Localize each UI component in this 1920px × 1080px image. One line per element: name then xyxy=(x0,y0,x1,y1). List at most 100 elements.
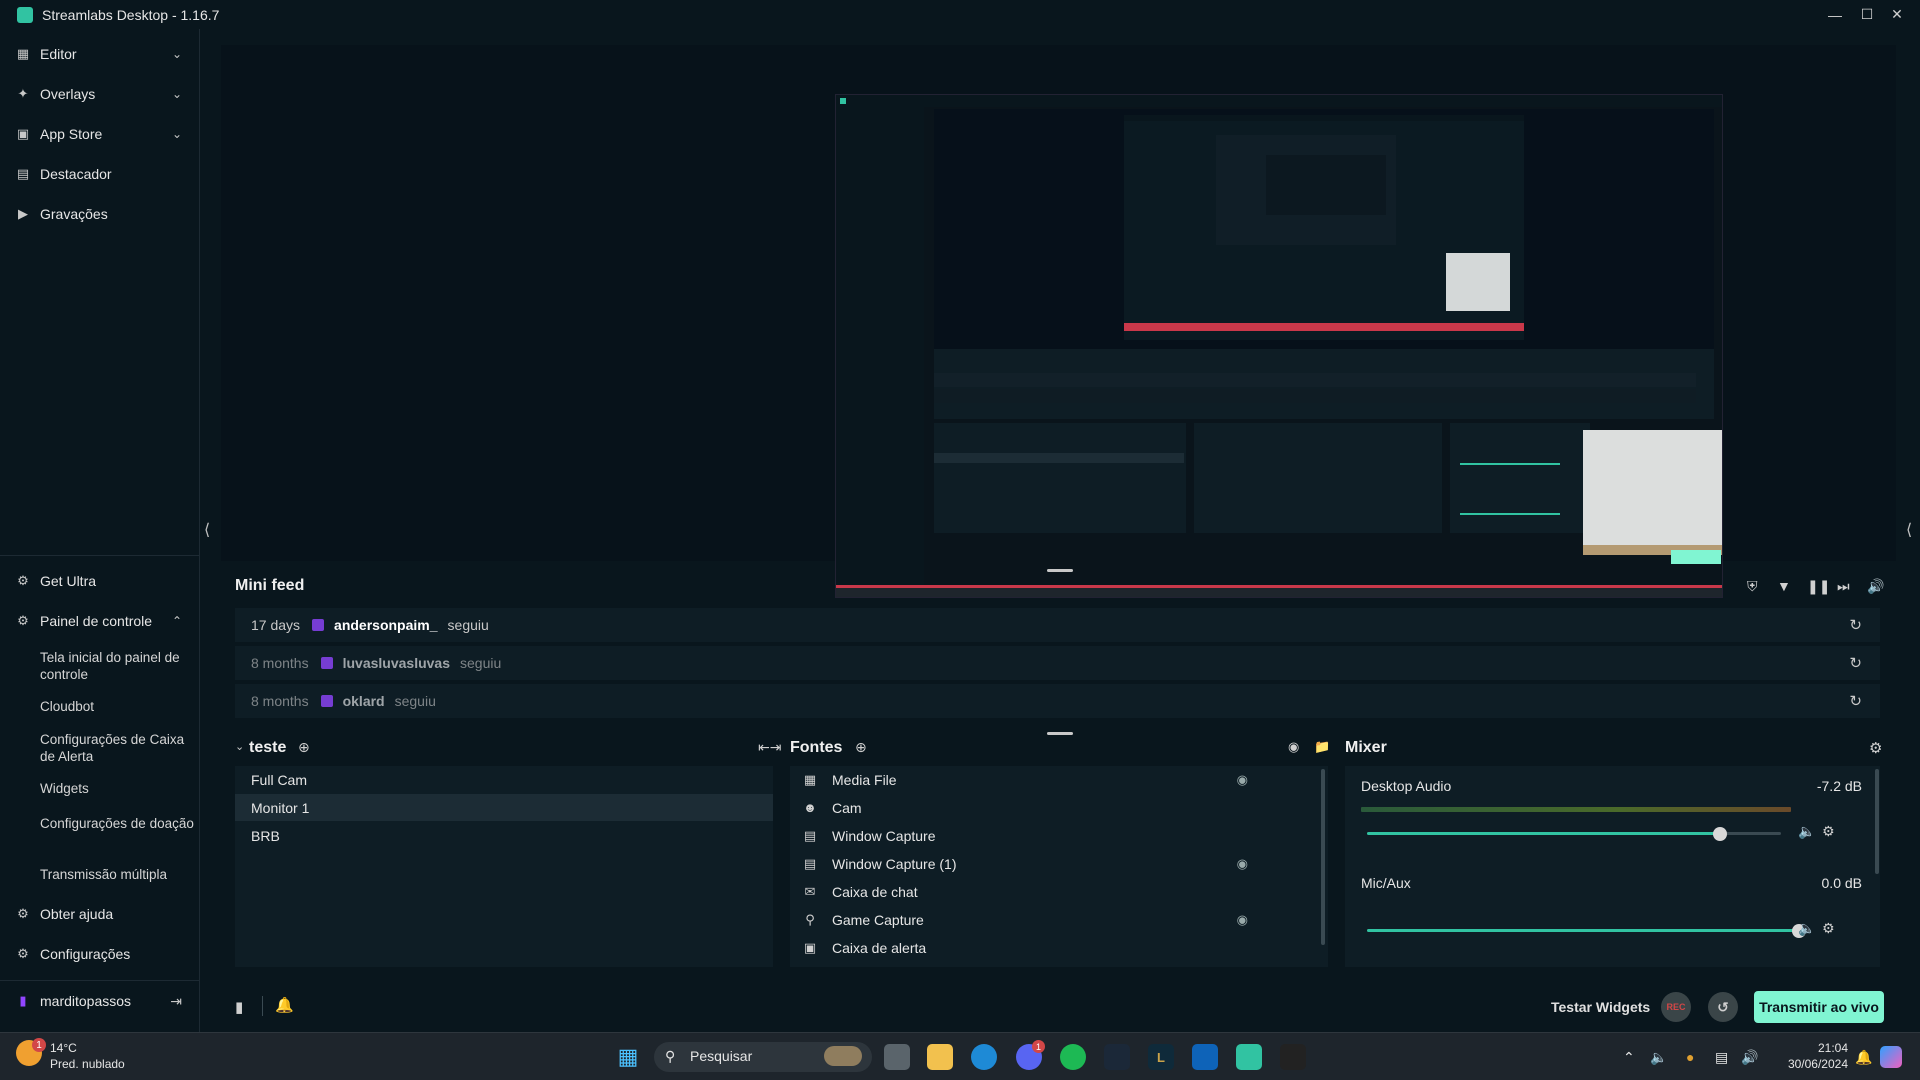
rec-button[interactable]: REC xyxy=(1661,992,1691,1022)
file-explorer-icon[interactable] xyxy=(927,1044,953,1070)
source-item[interactable]: ▣ Caixa de alerta xyxy=(790,934,1310,961)
scene-item[interactable]: BRB xyxy=(235,822,773,849)
tray-volume-icon[interactable]: 🔊 xyxy=(1741,1049,1758,1066)
add-folder-icon[interactable]: 📁 xyxy=(1314,739,1330,755)
mixer-scrollbar[interactable] xyxy=(1875,769,1879,874)
sidebar-divider xyxy=(0,555,200,556)
scene-item-selected[interactable]: Monitor 1 xyxy=(235,794,773,821)
scene-item[interactable]: Full Cam xyxy=(235,766,773,793)
spotify-icon[interactable] xyxy=(1060,1044,1086,1070)
sidebar-item-obter-ajuda[interactable]: ⚙ Obter ajuda xyxy=(0,896,200,932)
close-button[interactable]: ✕ xyxy=(1882,0,1912,29)
audio-source-icon[interactable]: ◉ xyxy=(1288,739,1299,755)
editor-icon: ▦ xyxy=(16,46,30,61)
sidebar-item-label: Painel de controle xyxy=(40,613,153,629)
source-item[interactable]: ☻ Cam xyxy=(790,794,1310,821)
gear-icon[interactable]: ⚙ xyxy=(1822,920,1835,937)
sidebar-subitem-widgets[interactable]: Widgets xyxy=(40,780,195,797)
source-item[interactable]: ⚲ Game Capture ◉ xyxy=(790,906,1310,933)
feed-action: seguiu xyxy=(447,617,489,633)
gear-icon[interactable]: ⚙ xyxy=(1869,739,1882,757)
expand-right-panel-icon[interactable]: ⟨ xyxy=(1906,520,1912,540)
channel-name: Desktop Audio xyxy=(1361,778,1452,794)
tray-network-icon[interactable]: ▤ xyxy=(1715,1049,1728,1066)
source-item[interactable]: ▦ Media File ◉ xyxy=(790,766,1310,793)
sidebar-subitem-donation-settings[interactable]: Configurações de doação xyxy=(40,815,195,832)
account-name: marditopassos xyxy=(40,993,132,1009)
sidebar-account[interactable]: ▮ marditopassos ⇥ xyxy=(0,983,200,1019)
filter-icon[interactable]: ▼ xyxy=(1777,578,1791,594)
sidebar-item-overlays[interactable]: ✦ Overlays ⌄ xyxy=(0,76,200,112)
gear-icon[interactable]: ⚙ xyxy=(1822,823,1835,840)
sidebar-item-gravacoes[interactable]: ▶ Gravações xyxy=(0,196,200,232)
sidebar-subitem-multistream[interactable]: Transmissão múltipla xyxy=(40,866,195,883)
volume-icon[interactable]: 🔊 xyxy=(1867,578,1884,595)
replay-icon[interactable]: ↻ xyxy=(1849,616,1862,634)
logout-icon[interactable]: ⇥ xyxy=(170,993,182,1010)
tray-time[interactable]: 21:04 xyxy=(1808,1041,1848,1055)
replay-icon[interactable]: ↻ xyxy=(1849,692,1862,710)
resize-handle[interactable] xyxy=(1047,732,1073,735)
collapse-sidebar-icon[interactable]: ⟨ xyxy=(204,520,210,540)
resize-handle[interactable] xyxy=(1047,569,1073,572)
task-view-icon[interactable] xyxy=(884,1044,910,1070)
source-scrollbar[interactable] xyxy=(1321,769,1325,945)
sidebar-subitem-alert-box-settings[interactable]: Configurações de Caixa de Alerta xyxy=(40,731,195,765)
source-label: Game Capture xyxy=(832,911,924,928)
vscode-icon[interactable] xyxy=(1192,1044,1218,1070)
tray-chevron-up-icon[interactable]: ⌃ xyxy=(1623,1049,1635,1066)
stats-icon[interactable]: ▮ xyxy=(235,998,243,1016)
eye-hidden-icon[interactable]: ◉ xyxy=(1237,772,1248,788)
source-label: Caixa de chat xyxy=(832,883,918,900)
tray-date[interactable]: 30/06/2024 xyxy=(1774,1057,1848,1071)
feed-time: 8 months xyxy=(251,693,309,709)
sidebar-item-app-store[interactable]: ▣ App Store ⌄ xyxy=(0,116,200,152)
tray-speaker-icon[interactable]: 🔈 xyxy=(1650,1049,1667,1066)
edge-browser-icon[interactable] xyxy=(971,1044,997,1070)
steam-icon[interactable] xyxy=(1104,1044,1130,1070)
sidebar-item-destacador[interactable]: ▤ Destacador xyxy=(0,156,200,192)
tray-mic-icon[interactable]: ● xyxy=(1686,1049,1694,1065)
replay-icon[interactable]: ↻ xyxy=(1849,654,1862,672)
pause-icon[interactable]: ❚❚ xyxy=(1807,578,1830,595)
skip-icon[interactable]: ⏭ xyxy=(1837,578,1850,595)
collapse-chevron-icon[interactable]: ⌄ xyxy=(235,740,244,753)
window-title: Streamlabs Desktop - 1.16.7 xyxy=(42,6,220,23)
sidebar-item-painel-de-controle[interactable]: ⚙ Painel de controle ⌃ xyxy=(0,603,200,639)
source-item[interactable]: ▤ Window Capture xyxy=(790,822,1310,849)
source-item[interactable]: ▤ Window Capture (1) ◉ xyxy=(790,850,1310,877)
speaker-icon[interactable]: 🔈 xyxy=(1798,920,1815,937)
weather-temp: 14°C xyxy=(50,1041,77,1055)
streamlabs-logo-icon xyxy=(17,6,33,23)
eye-hidden-icon[interactable]: ◉ xyxy=(1237,912,1248,928)
replay-buffer-button[interactable]: ↺ xyxy=(1708,992,1738,1022)
sidebar-item-editor[interactable]: ▦ Editor ⌄ xyxy=(0,36,200,72)
speaker-icon[interactable]: 🔈 xyxy=(1798,823,1815,840)
scene-collection-title[interactable]: teste xyxy=(249,739,286,757)
add-scene-icon[interactable]: ⊕ xyxy=(298,739,310,756)
copilot-icon[interactable] xyxy=(1880,1046,1902,1068)
scene-transition-icon[interactable]: ⇤⇥ xyxy=(758,739,781,756)
volume-slider-handle[interactable] xyxy=(1713,827,1727,841)
add-source-icon[interactable]: ⊕ xyxy=(855,739,867,756)
source-item[interactable]: ✉ Caixa de chat xyxy=(790,878,1310,905)
shield-icon[interactable]: ⛨ xyxy=(1747,578,1758,595)
feed-row: 17 days andersonpaim_ seguiu ↻ xyxy=(235,608,1880,642)
nested-preview-graphic xyxy=(836,95,1722,597)
league-client-icon[interactable]: L xyxy=(1148,1044,1174,1070)
streamlabs-taskbar-icon[interactable] xyxy=(1236,1044,1262,1070)
sidebar-subitem-cloudbot[interactable]: Cloudbot xyxy=(40,698,195,715)
minimize-button[interactable]: — xyxy=(1820,0,1850,29)
sidebar-item-configuracoes[interactable]: ⚙ Configurações xyxy=(0,936,200,972)
eye-hidden-icon[interactable]: ◉ xyxy=(1237,856,1248,872)
sidebar-subitem-dashboard-home[interactable]: Tela inicial do painel de controle xyxy=(40,649,195,683)
app-taskbar-icon[interactable] xyxy=(1280,1044,1306,1070)
notification-bell-icon[interactable]: 🔔 xyxy=(1855,1049,1872,1066)
maximize-button[interactable]: ☐ xyxy=(1852,0,1882,29)
notifications-icon[interactable]: 🔔 xyxy=(275,996,294,1014)
test-widgets-button[interactable]: Testar Widgets xyxy=(1551,999,1650,1015)
preview-area[interactable] xyxy=(221,45,1896,598)
sidebar-item-get-ultra[interactable]: ⚙ Get Ultra xyxy=(0,563,200,599)
go-live-button[interactable]: Transmitir ao vivo xyxy=(1754,991,1884,1023)
windows-start-icon[interactable]: ▦ xyxy=(615,1044,641,1070)
